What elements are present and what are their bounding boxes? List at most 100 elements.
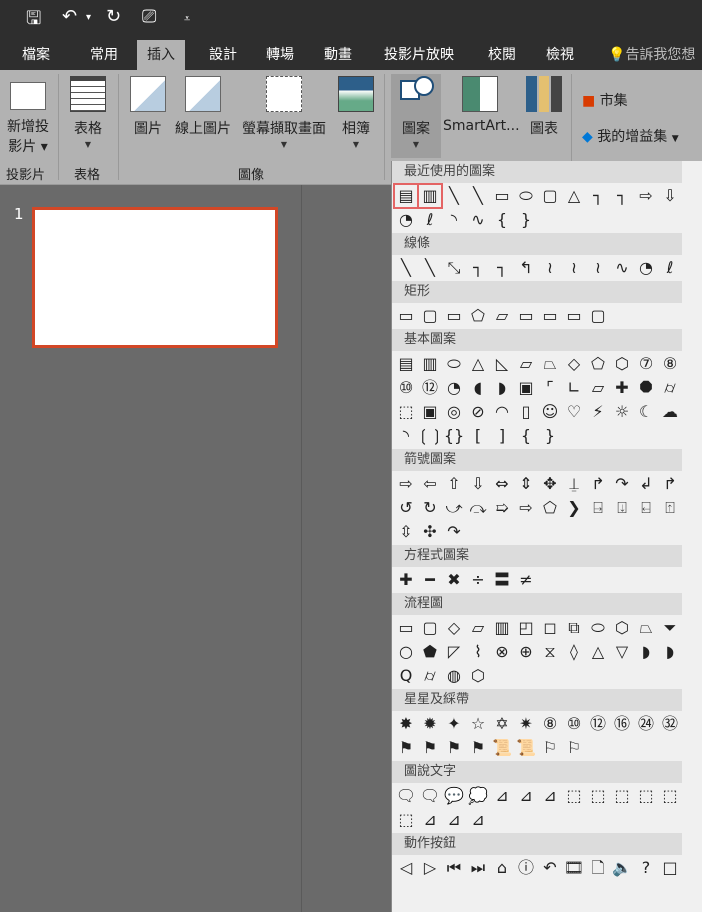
shape-item[interactable]: 📜 (514, 736, 538, 760)
shape-item[interactable]: △ (466, 352, 490, 376)
shape-item[interactable]: ∿ (610, 256, 634, 280)
shape-item[interactable]: ▭ (514, 304, 538, 328)
shape-item[interactable]: ✡ (490, 712, 514, 736)
shape-item[interactable]: 💬 (442, 784, 466, 808)
shape-item[interactable]: ╲ (418, 256, 442, 280)
shape-item[interactable]: ▱ (490, 304, 514, 328)
picture-button[interactable]: 圖片 (128, 76, 168, 138)
shape-item[interactable]: ↷ (610, 472, 634, 496)
shape-item[interactable]: ↶ (538, 856, 562, 880)
shape-item[interactable]: ⚑ (466, 736, 490, 760)
shape-item[interactable]: ✥ (538, 472, 562, 496)
shape-item[interactable]: ㉜ (658, 712, 682, 736)
store-button[interactable]: ■ 市集 (582, 90, 628, 110)
shape-item[interactable]: △ (586, 640, 610, 664)
shape-item[interactable]: ☆ (466, 712, 490, 736)
shape-item[interactable]: ┐ (586, 184, 610, 208)
shape-item[interactable]: ⧖ (538, 640, 562, 664)
shape-item[interactable]: ⌜ (538, 376, 562, 400)
shape-item[interactable]: ↷ (442, 520, 466, 544)
shape-item[interactable]: ⏭ (466, 856, 490, 880)
shape-item[interactable]: ⬠ (538, 496, 562, 520)
shape-item[interactable]: ⍗ (610, 496, 634, 520)
tab-home[interactable]: 常用 (86, 40, 122, 70)
shape-item[interactable]: ⤻ (442, 496, 466, 520)
online-picture-button[interactable]: 線上圖片 (172, 76, 234, 138)
shape-item[interactable]: ⇦ (418, 472, 442, 496)
shape-item[interactable]: } (514, 208, 538, 232)
shape-item[interactable]: ⍈ (586, 496, 610, 520)
shape-item[interactable]: 🗨 (418, 784, 442, 808)
shape-item[interactable]: ⇧ (442, 472, 466, 496)
shape-item[interactable]: ⬠ (466, 304, 490, 328)
shape-item[interactable]: ✚ (394, 568, 418, 592)
smartart-button[interactable]: SmartArt... (443, 76, 520, 134)
tab-slideshow[interactable]: 投影片放映 (380, 40, 458, 70)
undo-dropdown-icon[interactable]: ▾ (86, 12, 91, 23)
tab-design[interactable]: 設計 (205, 40, 241, 70)
shape-item[interactable]: ♡ (562, 400, 586, 424)
shape-item[interactable]: ⏢ (634, 616, 658, 640)
shape-item[interactable]: ⬚ (394, 400, 418, 424)
shape-item[interactable]: 🗨 (394, 784, 418, 808)
shape-item[interactable]: ⑧ (658, 352, 682, 376)
shape-item[interactable]: } (538, 424, 562, 448)
slide-thumbnail[interactable] (32, 207, 278, 348)
shape-item[interactable]: ◖ (466, 376, 490, 400)
shape-item[interactable]: ◺ (490, 352, 514, 376)
shape-item[interactable]: ✸ (394, 712, 418, 736)
chart-button[interactable]: 圖表 (524, 76, 564, 138)
shape-item[interactable]: ▱ (466, 616, 490, 640)
shape-item[interactable]: ┐ (490, 256, 514, 280)
shape-item[interactable]: ✦ (442, 712, 466, 736)
shape-item[interactable]: ⇔ (490, 472, 514, 496)
shape-item[interactable]: ⚡ (586, 400, 610, 424)
shape-item[interactable]: ▷ (418, 856, 442, 880)
shape-item[interactable]: ▣ (514, 376, 538, 400)
album-button[interactable]: 相簿 ▼ (336, 76, 376, 149)
shape-item[interactable]: ⇕ (514, 472, 538, 496)
shape-item[interactable]: ⊿ (538, 784, 562, 808)
shape-item[interactable]: 📜 (490, 736, 514, 760)
shape-item[interactable]: ━ (418, 568, 442, 592)
shape-item[interactable]: ▱ (514, 352, 538, 376)
shape-item[interactable]: ⧉ (562, 616, 586, 640)
shape-item[interactable]: ⑧ (538, 712, 562, 736)
shape-item[interactable]: ⚐ (538, 736, 562, 760)
shape-item[interactable]: ⬭ (514, 184, 538, 208)
shape-item[interactable]: ▥ (490, 616, 514, 640)
shape-item[interactable]: △ (562, 184, 586, 208)
shape-item[interactable]: ⍐ (658, 496, 682, 520)
shape-item[interactable]: ☁ (658, 400, 682, 424)
shape-item[interactable]: 🔈 (610, 856, 634, 880)
shape-item[interactable]: ↰ (514, 256, 538, 280)
shape-item[interactable]: ⬭ (586, 616, 610, 640)
shape-item[interactable]: ╲ (394, 256, 418, 280)
shape-item[interactable]: ⚑ (442, 736, 466, 760)
shape-item[interactable]: ⬚ (562, 784, 586, 808)
shape-item[interactable]: ▥ (417, 183, 443, 209)
shape-item[interactable]: ⏮ (442, 856, 466, 880)
shape-item[interactable]: ↱ (586, 472, 610, 496)
shape-item[interactable]: ⬚ (586, 784, 610, 808)
shape-item[interactable]: ◎ (442, 400, 466, 424)
shape-item[interactable]: ℓ (658, 256, 682, 280)
shape-item[interactable]: ⑩ (562, 712, 586, 736)
my-addins-button[interactable]: ◆ 我的增益集 ▼ (582, 126, 679, 146)
shape-item[interactable]: ▭ (442, 304, 466, 328)
shape-item[interactable]: ⊗ (490, 640, 514, 664)
shape-item[interactable]: ◸ (442, 640, 466, 664)
shape-item[interactable]: ≀ (586, 256, 610, 280)
shape-item[interactable]: ⑫ (586, 712, 610, 736)
shape-item[interactable]: ⊘ (466, 400, 490, 424)
shape-item[interactable]: ↲ (634, 472, 658, 496)
table-button[interactable]: 表格 ▼ (66, 76, 110, 149)
shape-item[interactable]: ⌭ (658, 376, 682, 400)
tab-view[interactable]: 檢視 (542, 40, 578, 70)
shape-item[interactable]: ⏢ (538, 352, 562, 376)
shape-item[interactable]: ⚐ (562, 736, 586, 760)
shape-item[interactable]: ▱ (586, 376, 610, 400)
shape-item[interactable]: ✚ (610, 376, 634, 400)
shape-item[interactable]: ▯ (514, 400, 538, 424)
shape-item[interactable]: ▭ (538, 304, 562, 328)
